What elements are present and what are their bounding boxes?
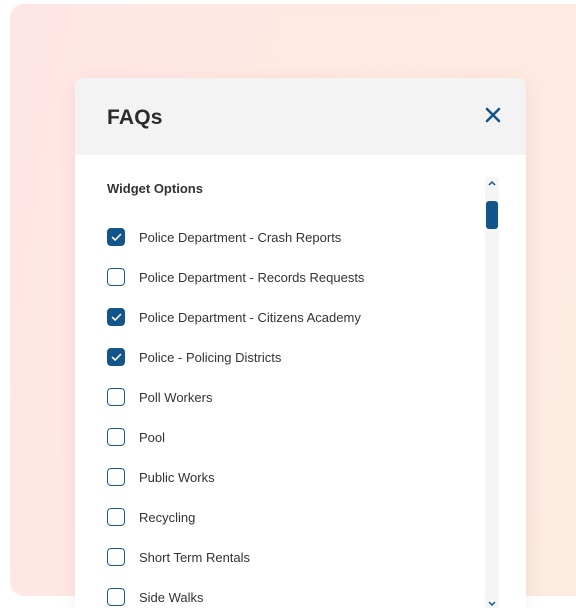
widget-option[interactable]: Recycling [107, 497, 467, 537]
checkmark-icon [111, 233, 121, 241]
checkbox-unchecked[interactable] [107, 468, 125, 486]
checkmark-icon [111, 313, 121, 321]
checkbox-checked[interactable] [107, 308, 125, 326]
widget-option-label: Police Department - Citizens Academy [139, 309, 361, 325]
widget-option-label: Side Walks [139, 589, 204, 605]
widget-option-label: Police Department - Records Requests [139, 269, 365, 285]
checkbox-unchecked[interactable] [107, 268, 125, 286]
widget-options-list: Police Department - Crash Reports Police … [107, 217, 467, 608]
modal-header: FAQs [75, 78, 526, 155]
widget-option-label: Public Works [139, 469, 215, 485]
widget-option[interactable]: Short Term Rentals [107, 537, 467, 577]
widget-option[interactable]: Side Walks [107, 577, 467, 608]
widget-option-label: Pool [139, 429, 166, 445]
scrollbar[interactable] [485, 177, 499, 608]
close-button[interactable] [482, 104, 504, 126]
widget-option[interactable]: Police Department - Crash Reports [107, 217, 467, 257]
scroll-down-button[interactable] [485, 598, 499, 608]
modal-body: Widget Options Police Department - Crash… [75, 155, 526, 608]
widget-option[interactable]: Pool [107, 417, 467, 457]
scroll-thumb[interactable] [486, 201, 498, 229]
widget-option-label: Short Term Rentals [139, 549, 251, 565]
widget-option[interactable]: Police Department - Citizens Academy [107, 297, 467, 337]
close-x-icon [485, 107, 501, 123]
widget-option[interactable]: Poll Workers [107, 377, 467, 417]
checkbox-unchecked[interactable] [107, 548, 125, 566]
widget-option[interactable]: Public Works [107, 457, 467, 497]
checkbox-unchecked[interactable] [107, 588, 125, 606]
checkbox-checked[interactable] [107, 228, 125, 246]
widget-option-label: Poll Workers [139, 389, 213, 405]
widget-option-label: Recycling [139, 509, 196, 525]
chevron-down-icon [488, 601, 496, 607]
scroll-up-button[interactable] [485, 177, 499, 189]
widget-option-label: Police - Policing Districts [139, 349, 282, 365]
checkmark-icon [111, 353, 121, 361]
checkbox-unchecked[interactable] [107, 388, 125, 406]
widget-option[interactable]: Police Department - Records Requests [107, 257, 467, 297]
faqs-modal: FAQs Widget Options Police Department - … [75, 78, 526, 608]
widget-options-label: Widget Options [107, 181, 203, 196]
checkbox-checked[interactable] [107, 348, 125, 366]
checkbox-unchecked[interactable] [107, 428, 125, 446]
widget-option-label: Police Department - Crash Reports [139, 229, 342, 245]
chevron-up-icon [488, 180, 496, 186]
widget-option[interactable]: Police - Policing Districts [107, 337, 467, 377]
modal-title: FAQs [107, 106, 163, 129]
checkbox-unchecked[interactable] [107, 508, 125, 526]
